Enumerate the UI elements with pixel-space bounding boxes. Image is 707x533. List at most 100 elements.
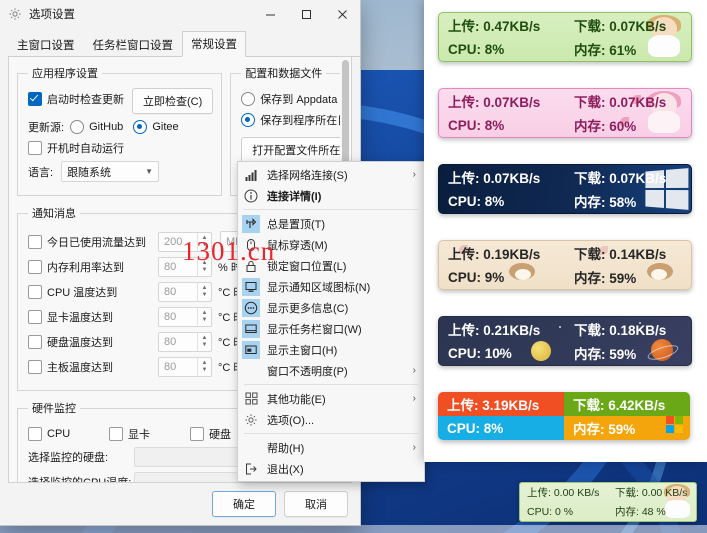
notify-mbtemp-label: 主板温度达到 xyxy=(47,362,113,374)
skin-cpu: CPU: 10% xyxy=(448,345,512,361)
tray-context-menu: 选择网络连接(S) › 连接详情(I) 总是置顶(T) 鼠标穿透(M) 锁定窗口… xyxy=(237,161,425,482)
skin-preview-win10[interactable]: 上传: 0.07KB/s 下载: 0.07KB/s CPU: 8% 内存: 58… xyxy=(438,164,692,214)
spinner-arrows-icon[interactable]: ▲ ▼ xyxy=(197,333,211,351)
spinner-arrows-icon[interactable]: ▲ ▼ xyxy=(197,258,211,276)
notify-gputemp-label: 显卡温度达到 xyxy=(47,312,113,324)
menu-item-always-on-top[interactable]: 总是置顶(T) xyxy=(238,213,424,234)
radio-save-program-dir[interactable] xyxy=(241,113,256,127)
menu-item-connection-details[interactable]: 连接详情(I) xyxy=(238,185,424,206)
menu-item-other-functions[interactable]: 其他功能(E) › xyxy=(238,388,424,409)
menu-item-options[interactable]: 选项(O)... xyxy=(238,409,424,430)
menu-item-show-more-info[interactable]: 显示更多信息(C) xyxy=(238,297,424,318)
skin-stats-grid: 上传: 0.19KB/s 下载: 0.14KB/s CPU: 9% 内存: 59… xyxy=(439,241,691,289)
notify-gputemp-spinner[interactable]: 80 ▲ ▼ xyxy=(158,307,212,327)
pin-icon xyxy=(242,214,260,233)
notify-cputemp-spinner[interactable]: 80 ▲ ▼ xyxy=(158,282,212,302)
menu-item-show-main-window[interactable]: 显示主窗口(H) xyxy=(238,339,424,360)
language-value: 跟随系统 xyxy=(67,166,112,179)
open-dir-row: 打开配置文件所在目录(D) xyxy=(241,137,340,163)
maximize-button[interactable] xyxy=(288,0,324,28)
spinner-arrows-icon[interactable]: ▲ ▼ xyxy=(197,232,211,251)
language-select[interactable]: 跟随系统 ▼ xyxy=(61,161,160,182)
radio-save-appdata[interactable] xyxy=(241,92,256,106)
check-now-button[interactable]: 立即检查(C) xyxy=(132,88,214,114)
skin-preview-green[interactable]: 上传: 0.47KB/s 下载: 0.07KB/s CPU: 8% 内存: 61… xyxy=(438,12,692,62)
window-icon xyxy=(242,319,260,338)
hw-disk-checkbox[interactable] xyxy=(190,427,204,441)
tray-icon xyxy=(242,277,260,296)
hw-cpu-checkbox[interactable] xyxy=(28,427,42,441)
spinner-arrows-icon[interactable]: ▲ ▼ xyxy=(197,283,211,301)
notify-disktemp-checkbox[interactable] xyxy=(28,335,42,349)
check-update-checkbox[interactable] xyxy=(28,92,42,106)
mouse-icon xyxy=(242,236,260,254)
menu-item-mouse-penetrate[interactable]: 鼠标穿透(M) xyxy=(238,234,424,255)
notify-mbtemp-value: 80 xyxy=(164,361,177,373)
radio-github[interactable] xyxy=(70,120,85,134)
menu-label: 退出(X) xyxy=(267,463,304,476)
window-controls xyxy=(252,0,360,28)
radio-gitee[interactable] xyxy=(133,120,148,134)
spinner-arrows-icon[interactable]: ▲ ▼ xyxy=(197,308,211,326)
skin-preview-pink[interactable]: 上传: 0.07KB/s 下载: 0.07KB/s CPU: 8% 内存: 60… xyxy=(438,88,692,138)
windows-taskbar[interactable] xyxy=(0,525,707,533)
notify-mem-spinner[interactable]: 80 ▲ ▼ xyxy=(158,257,212,277)
menu-item-exit[interactable]: 退出(X) xyxy=(238,458,424,479)
menu-item-select-network[interactable]: 选择网络连接(S) › xyxy=(238,164,424,185)
menu-separator xyxy=(244,384,418,385)
notify-gputemp-checkbox[interactable] xyxy=(28,310,42,324)
skin-stats-grid: 上传: 3.19KB/s 下载: 6.42KB/s CPU: 8% 内存: 59… xyxy=(438,392,690,440)
notify-mbtemp-spinner[interactable]: 80 ▲ ▼ xyxy=(158,357,212,377)
menu-label: 鼠标穿透(M) xyxy=(267,239,328,252)
minimize-button[interactable] xyxy=(252,0,288,28)
skin-preview-metro[interactable]: 上传: 3.19KB/s 下载: 6.42KB/s CPU: 8% 内存: 59… xyxy=(438,392,690,440)
notify-mem-checkbox[interactable] xyxy=(28,260,42,274)
tab-main-window[interactable]: 主窗口设置 xyxy=(8,32,84,57)
notify-cputemp-checkbox[interactable] xyxy=(28,285,42,299)
notify-traffic-checkbox[interactable] xyxy=(28,234,42,249)
maximize-icon xyxy=(301,9,311,19)
language-row: 语言: 跟随系统 ▼ xyxy=(28,161,213,182)
spinner-arrows-icon[interactable]: ▲ ▼ xyxy=(197,358,211,376)
title-bar: 选项设置 xyxy=(0,0,360,28)
menu-label: 显示通知区域图标(N) xyxy=(267,281,371,294)
language-label: 语言: xyxy=(28,166,54,179)
menu-item-help[interactable]: 帮助(H) › xyxy=(238,437,424,458)
notify-mbtemp-checkbox[interactable] xyxy=(28,360,42,374)
skin-preview-cream[interactable]: 上传: 0.19KB/s 下载: 0.14KB/s CPU: 9% 内存: 59… xyxy=(438,240,692,290)
skin-download: 下载: 0.07KB/s xyxy=(574,171,667,186)
close-button[interactable] xyxy=(324,0,360,28)
notify-disktemp-spinner[interactable]: 80 ▲ ▼ xyxy=(158,332,212,352)
menu-item-show-tray-icon[interactable]: 显示通知区域图标(N) xyxy=(238,276,424,297)
skin-preview-space[interactable]: 上传: 0.21KB/s 下载: 0.18KB/s CPU: 10% 内存: 5… xyxy=(438,316,692,366)
taskbar-float-widget[interactable]: 上传: 0.00 KB/s 下载: 0.00 KB/s CPU: 0 % 内存:… xyxy=(519,482,697,522)
menu-item-window-opacity[interactable]: 窗口不透明度(P) › xyxy=(238,360,424,381)
save-appdata-label: 保存到 Appdata 目录 xyxy=(260,94,340,106)
submenu-arrow-icon: › xyxy=(412,365,416,376)
notify-disktemp-label: 硬盘温度达到 xyxy=(47,337,113,349)
notify-cputemp-label: CPU 温度达到 xyxy=(47,287,118,299)
app-settings-group: 应用程序设置 启动时检查更新 立即检查(C) 更新源: GitHub Gitee xyxy=(17,65,223,196)
autorun-label: 开机时自动运行 xyxy=(47,143,124,155)
more-circle-icon xyxy=(242,298,260,317)
menu-item-lock-window-position[interactable]: 锁定窗口位置(L) xyxy=(238,255,424,276)
open-config-dir-button[interactable]: 打开配置文件所在目录(D) xyxy=(241,137,340,163)
app-settings-legend: 应用程序设置 xyxy=(32,68,98,80)
ok-button[interactable]: 确定 xyxy=(212,491,276,517)
tab-taskbar-window[interactable]: 任务栏窗口设置 xyxy=(84,32,183,57)
autorun-checkbox[interactable] xyxy=(28,141,42,155)
menu-label: 总是置顶(T) xyxy=(267,218,326,231)
hw-cpu-label: CPU xyxy=(47,428,71,440)
grid-icon xyxy=(242,390,260,408)
cancel-button[interactable]: 取消 xyxy=(284,491,348,517)
hw-gpu-checkbox[interactable] xyxy=(109,427,123,441)
menu-item-show-taskbar-window[interactable]: 显示任务栏窗口(W) xyxy=(238,318,424,339)
monitor-disk-label: 选择监控的硬盘: xyxy=(28,452,109,464)
autorun-row: 开机时自动运行 xyxy=(28,140,213,156)
info-circle-icon xyxy=(242,187,260,205)
notify-mem-value: 80 xyxy=(164,261,177,273)
skin-cpu: CPU: 9% xyxy=(448,269,505,285)
notify-traffic-spinner[interactable]: 200 ▲ ▼ xyxy=(158,231,212,252)
skin-mem: 内存: 60% xyxy=(574,119,637,134)
tab-general[interactable]: 常规设置 xyxy=(182,31,246,57)
